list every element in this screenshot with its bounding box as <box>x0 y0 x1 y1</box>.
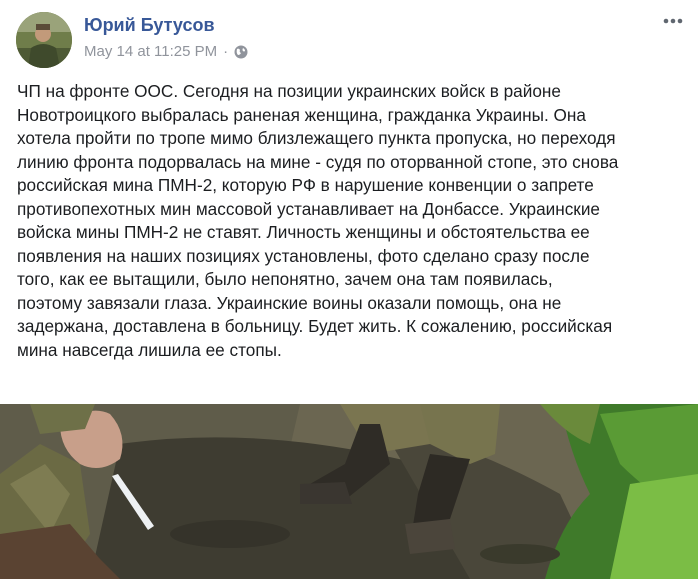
post-text-line: противопехотных мин массовой устанавлива… <box>17 198 600 219</box>
post-header: Юрий Бутусов May 14 at 11:25 PM · <box>16 10 686 70</box>
post-text-line: поэтому завязали глаза. Украинские воины… <box>17 292 562 313</box>
globe-icon[interactable] <box>234 45 248 59</box>
post-text-line: Новотроицкого выбралась раненая женщина,… <box>17 104 586 125</box>
post-text-line: появления на наших позициях установлены,… <box>17 245 590 266</box>
author-avatar[interactable] <box>16 12 72 68</box>
author-name[interactable]: Юрий Бутусов <box>84 15 215 36</box>
post-text-line: линию фронта подорвалась на мине - судя … <box>17 151 619 172</box>
post-text: ЧП на фронте ООС. Сегодня на позиции укр… <box>17 80 689 362</box>
post-timestamp[interactable]: May 14 at 11:25 PM <box>84 43 217 60</box>
post-photo[interactable] <box>0 404 698 579</box>
post-text-line: того, как ее вытащили, было непонятно, з… <box>17 269 553 289</box>
more-options-icon[interactable] <box>662 14 684 26</box>
post-meta: May 14 at 11:25 PM · <box>84 43 248 60</box>
post-text-line: войска мины ПМН-2 не ставят. Личность же… <box>17 222 590 242</box>
post-text-line: ЧП на фронте ООС. Сегодня на позиции укр… <box>17 81 561 101</box>
post-text-line: мина навсегда лишила ее стопы. <box>17 339 282 360</box>
post-text-line: российская мина ПМН-2, которую РФ в нару… <box>17 175 594 195</box>
meta-separator: · <box>223 43 229 60</box>
post-text-line: хотела пройти по тропе мимо близлежащего… <box>17 128 616 148</box>
facebook-post: Юрий Бутусов May 14 at 11:25 PM · ЧП на … <box>0 0 698 579</box>
post-text-line: задержана, доставлена в больницу. Будет … <box>17 316 613 336</box>
